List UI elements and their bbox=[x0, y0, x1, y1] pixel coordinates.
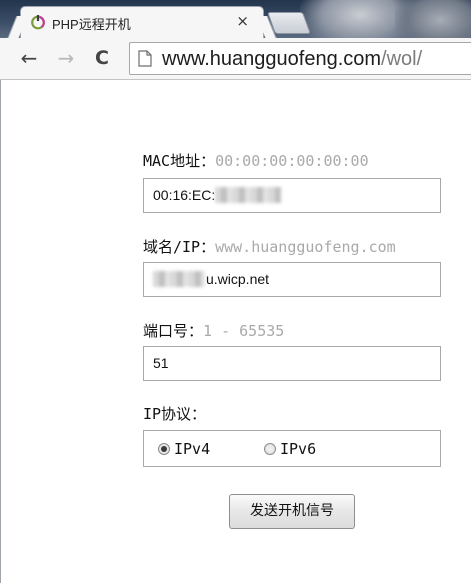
browser-tab[interactable]: PHP远程开机 × bbox=[20, 6, 264, 38]
tab-title: PHP远程开机 bbox=[52, 17, 131, 32]
domain-label-text: 域名/IP： bbox=[143, 238, 216, 256]
page-icon bbox=[138, 50, 152, 67]
mac-hint: 00:00:00:00:00:00 bbox=[215, 152, 369, 170]
send-wake-signal-button[interactable]: 发送开机信号 bbox=[229, 494, 355, 529]
radio-unchecked-icon[interactable] bbox=[264, 443, 276, 455]
protocol-radio-group: IPv4 IPv6 bbox=[143, 430, 441, 467]
domain-hint: www.huangguofeng.com bbox=[215, 238, 396, 256]
url-path: /wol/ bbox=[381, 48, 423, 70]
mac-value: 00:16:EC: bbox=[153, 187, 216, 203]
domain-input[interactable]: u.wicp.net bbox=[143, 262, 441, 297]
reload-icon[interactable]: C bbox=[91, 47, 113, 69]
port-input[interactable]: 51 bbox=[143, 346, 441, 381]
port-hint: 1 - 65535 bbox=[203, 322, 285, 340]
address-bar[interactable]: www.huangguofeng.com/wol/ bbox=[129, 42, 471, 75]
radio-checked-icon[interactable] bbox=[158, 443, 170, 455]
mac-input[interactable]: 00:16:EC: bbox=[143, 178, 441, 213]
close-icon[interactable]: × bbox=[236, 12, 249, 30]
redacted-text bbox=[215, 187, 282, 204]
radio-ipv6[interactable]: IPv6 bbox=[264, 440, 316, 459]
browser-toolbar: ← → C www.huangguofeng.com/wol/ bbox=[0, 38, 471, 80]
url-text: www.huangguofeng.com/wol/ bbox=[162, 47, 422, 71]
radio-ipv4-label: IPv4 bbox=[174, 440, 211, 458]
protocol-label: IP协议： bbox=[143, 405, 207, 423]
mac-label-text: MAC地址： bbox=[143, 152, 216, 170]
port-label: 端口号：1 - 65535 bbox=[143, 320, 284, 341]
port-value: 51 bbox=[153, 355, 169, 371]
redacted-text bbox=[153, 271, 205, 288]
forward-arrow-icon[interactable]: → bbox=[55, 47, 77, 69]
domain-label: 域名/IP：www.huangguofeng.com bbox=[143, 236, 396, 257]
background-blur bbox=[395, 0, 471, 38]
page-content: MAC地址：00:00:00:00:00:00 00:16:EC: 域名/IP：… bbox=[0, 80, 471, 583]
mac-label: MAC地址：00:00:00:00:00:00 bbox=[143, 150, 369, 171]
new-tab-button[interactable] bbox=[266, 12, 312, 34]
port-label-text: 端口号： bbox=[143, 322, 204, 340]
url-host: www.huangguofeng.com bbox=[162, 48, 382, 70]
radio-ipv6-label: IPv6 bbox=[280, 440, 317, 458]
browser-titlebar: PHP远程开机 × bbox=[0, 0, 471, 38]
back-arrow-icon[interactable]: ← bbox=[18, 47, 40, 69]
favicon-icon bbox=[31, 15, 45, 30]
domain-value: u.wicp.net bbox=[206, 271, 270, 287]
radio-ipv4[interactable]: IPv4 bbox=[158, 440, 210, 459]
